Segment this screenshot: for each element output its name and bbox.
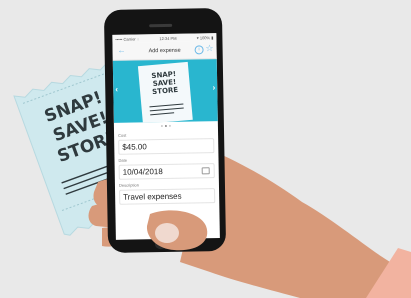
illustration: SNAP! SAVE! STORE ••••• Carrier ◌ 12:34 … — [0, 0, 411, 298]
thumb — [146, 210, 208, 251]
